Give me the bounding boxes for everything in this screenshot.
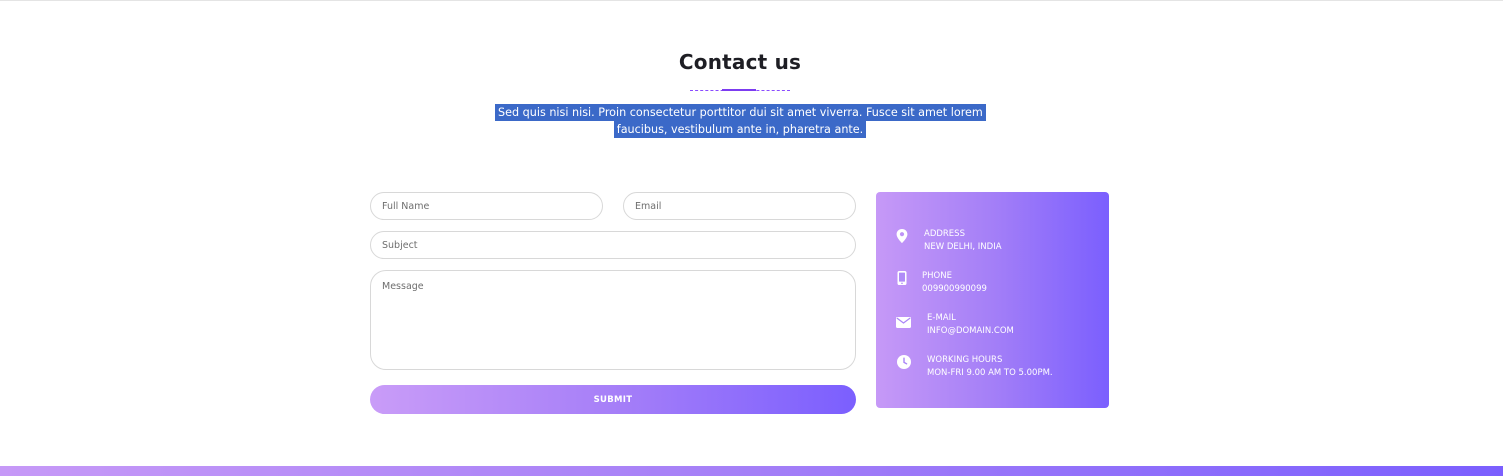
title-underline-accent: [722, 89, 756, 91]
footer-gradient-band: [0, 466, 1503, 476]
info-label-phone: PHONE: [922, 271, 952, 281]
submit-button[interactable]: SUBMIT: [370, 385, 856, 414]
full-name-input[interactable]: [370, 192, 603, 220]
page-title: Contact us: [678, 50, 802, 74]
intro-text: Sed quis nisi nisi. Proin consectetur po…: [495, 104, 986, 138]
info-value-address: NEW DELHI, INDIA: [924, 242, 1002, 252]
subject-input[interactable]: [370, 231, 856, 259]
info-value-working-hours: MON-FRI 9.00 AM TO 5.00PM.: [927, 368, 1053, 378]
contact-section: Contact us Sed quis nisi nisi. Proin con…: [0, 0, 1503, 476]
info-value-email: INFO@DOMAIN.COM: [927, 326, 1014, 336]
location-pin-icon: [896, 228, 910, 243]
contact-info-card: ADDRESS NEW DELHI, INDIA PHONE 009900990…: [876, 192, 1109, 408]
phone-icon: [897, 270, 911, 285]
info-value-phone: 009900990099: [922, 284, 987, 294]
info-label-working-hours: WORKING HOURS: [927, 355, 1003, 365]
envelope-icon: [896, 313, 911, 328]
info-label-email: E-MAIL: [927, 313, 956, 323]
info-label-address: ADDRESS: [924, 229, 965, 239]
email-input[interactable]: [623, 192, 856, 220]
message-textarea[interactable]: [370, 270, 856, 370]
intro-text-selected: Sed quis nisi nisi. Proin consectetur po…: [495, 104, 986, 138]
clock-icon: [897, 354, 911, 369]
title-underline: [690, 89, 790, 92]
top-divider: [0, 0, 1503, 1]
